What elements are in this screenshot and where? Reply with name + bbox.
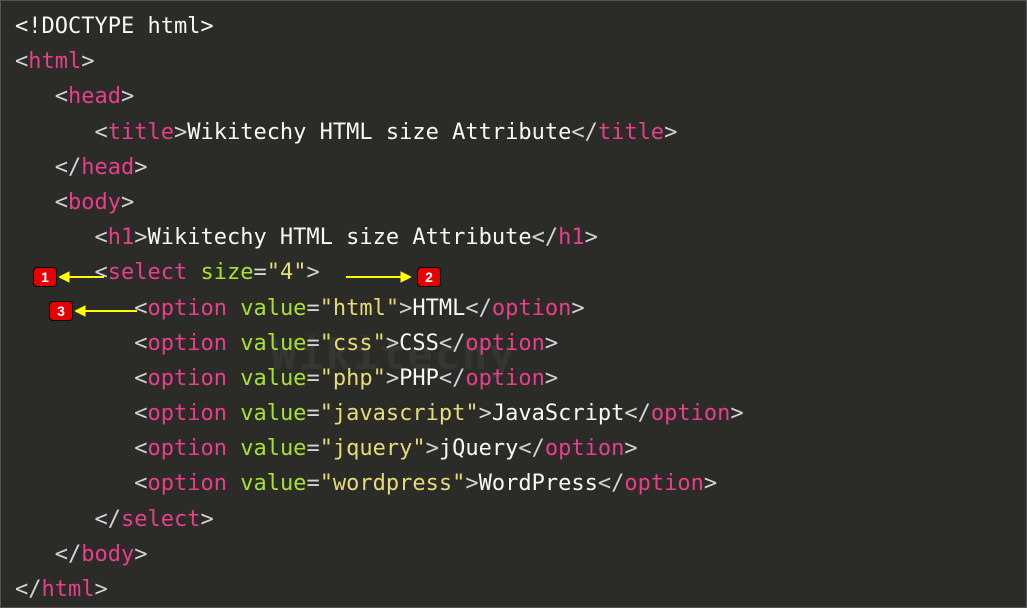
callout-1: 1 [33, 267, 57, 287]
code-line: </body> [15, 537, 1012, 572]
code-line-option: <option value="javascript">JavaScript</o… [15, 396, 1012, 431]
code-line: <title>Wikitechy HTML size Attribute</ti… [15, 115, 1012, 150]
code-line: <!DOCTYPE html> [15, 9, 1012, 44]
code-line-option: <option value="jquery">jQuery</option> [15, 431, 1012, 466]
code-line-option: <option value="php">PHP</option> [15, 361, 1012, 396]
code-line: <html> [15, 44, 1012, 79]
callout-2: 2 [417, 267, 441, 287]
code-line: </select> [15, 502, 1012, 537]
code-line: </html> [15, 572, 1012, 607]
code-line: <h1>Wikitechy HTML size Attribute</h1> [15, 220, 1012, 255]
code-line-select: <select size="4"> [15, 255, 1012, 290]
code-line: <body> [15, 185, 1012, 220]
arrow-3-icon [75, 305, 137, 317]
code-line-option: <option value="wordpress">WordPress</opt… [15, 466, 1012, 501]
code-line-option: <option value="css">CSS</option> [15, 326, 1012, 361]
arrow-2-icon [346, 271, 411, 283]
callout-3: 3 [49, 301, 73, 321]
code-line: </head> [15, 150, 1012, 185]
arrow-1-icon [59, 271, 104, 283]
code-line: <head> [15, 79, 1012, 114]
code-line-option: <option value="html">HTML</option> [15, 291, 1012, 326]
